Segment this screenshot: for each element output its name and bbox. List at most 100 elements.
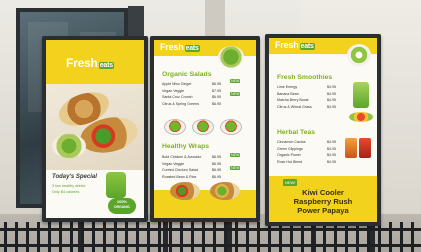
menu-item-name: Roasted Bean & Rice: [162, 174, 197, 179]
menu-item-name: Apple Miso Ginger: [162, 82, 192, 86]
tea-glass-image: [359, 138, 371, 158]
fence-bar: [235, 222, 238, 252]
fence-bar: [202, 222, 205, 252]
salad-image: [52, 134, 86, 158]
fence-bar: [169, 222, 172, 252]
menu-item-price: $4.95: [327, 153, 336, 157]
wraps-title: Healthy Wraps: [162, 143, 210, 150]
menu-item-price: $4.95: [327, 159, 336, 164]
special-title: Today's Special: [52, 174, 97, 180]
new-badge: NEW: [230, 92, 241, 96]
menu-item-price: $4.95: [327, 146, 336, 151]
menu-item-price: $7.95: [212, 88, 221, 93]
menu-item-price: $6.95: [212, 174, 221, 179]
promo-line: Raspberry Rush: [293, 197, 353, 206]
fence-bar: [37, 222, 40, 252]
salad-bowl-icon: [220, 119, 242, 135]
fence-bar: [48, 222, 51, 252]
menu-item-name: Vegan Veggie: [162, 88, 185, 93]
wrap-image: [170, 182, 200, 200]
menu-item-price: $6.95: [212, 168, 221, 172]
menu-item-price: $6.95: [212, 101, 221, 106]
sign-footer: [154, 190, 256, 218]
salad-bowl-icon: [192, 119, 214, 135]
new-badge: NEW: [230, 153, 241, 157]
menu-item-name: Banana Bean: [277, 91, 299, 96]
menu-item-price: $4.95: [327, 85, 336, 89]
menu-item-price: $6.95: [212, 155, 221, 159]
menu-item-name: Rose Hut Blend: [277, 159, 303, 164]
tea-glass-image: [345, 138, 357, 158]
smoothie-glass-image: [353, 82, 369, 108]
smoothie-image: [106, 172, 126, 198]
storefront-scene: Fresh eats Today's Special 3 low healthy …: [0, 0, 421, 252]
brand-logo: Fresh eats: [66, 56, 114, 70]
fence-bar: [268, 222, 271, 252]
special-line-1: 3 low healthy drinks: [52, 184, 86, 188]
fence-bar: [147, 222, 150, 252]
menu-item-name: Citrus & Wheat Grass: [277, 104, 312, 109]
logo-text: Fresh: [66, 56, 98, 70]
menu-item-name: Santa Cruz Crunch: [162, 95, 193, 99]
menu-item-price: $6.95: [212, 161, 221, 166]
fence-bar: [114, 222, 117, 252]
fence-bar: [59, 222, 62, 252]
smoothie-image: [347, 44, 371, 66]
fence-bar: [136, 222, 139, 252]
logo-text: Fresh: [275, 40, 299, 50]
fence-bar: [334, 222, 337, 252]
new-badge: NEW: [230, 79, 241, 83]
menu-sign-right: Fresh eats Fresh Smoothies Lime Energy $4.…: [265, 34, 381, 226]
fence-bar: [180, 222, 183, 252]
food-photo-tacos: [46, 84, 144, 170]
menu-item-name: Lime Energy: [277, 85, 298, 89]
fence-bar: [92, 222, 95, 252]
logo-suffix: eats: [299, 43, 315, 50]
badge-line-1: 100%: [116, 199, 128, 204]
menu-item-name: Cinnamon Cactus: [277, 140, 306, 144]
brand-logo: Fresh eats: [275, 40, 315, 50]
menu-item-price: $4.95: [327, 140, 336, 144]
fence-bar: [4, 222, 7, 252]
menu-item-price: $6.95: [212, 95, 221, 99]
fence-bar: [356, 222, 359, 252]
menu-item-name: Vegan Veggie: [162, 161, 185, 166]
fence-bar: [191, 222, 194, 252]
menu-item-name: Matcha Berry Boost: [277, 98, 309, 102]
sign-screen-right: Fresh eats Fresh Smoothies Lime Energy $4.…: [269, 38, 377, 222]
fence-bar: [345, 222, 348, 252]
logo-suffix: eats: [184, 45, 200, 52]
fence-bar: [279, 222, 282, 252]
fence-bar: [378, 222, 381, 252]
fence-bar: [257, 222, 260, 252]
brand-logo: Fresh eats: [160, 42, 200, 52]
fence-bar: [70, 222, 73, 252]
fence-bar: [213, 222, 216, 252]
fence-bar: [323, 222, 326, 252]
fence-bar: [411, 222, 414, 252]
fence-bar: [81, 222, 84, 252]
menu-sign-middle: Fresh eats Organic Salads Apple Miso Ging…: [150, 36, 260, 222]
fruit-image: [349, 112, 373, 122]
menu-sign-left: Fresh eats Today's Special 3 low healthy …: [42, 36, 148, 222]
fence-bar: [389, 222, 392, 252]
fence-bar: [224, 222, 227, 252]
fence-bar: [15, 222, 18, 252]
menu-item-name: Citrus & Spring Greens: [162, 101, 199, 106]
salad-bowl-image: [218, 46, 244, 68]
fence-bar: [158, 222, 161, 252]
fence-bar: [301, 222, 304, 252]
fence-bar: [103, 222, 106, 252]
fence-bar: [400, 222, 403, 252]
fence-bar: [312, 222, 315, 252]
iron-fence: [0, 222, 421, 252]
promo-line: Kiwi Cooler: [302, 188, 344, 197]
fence-bar: [246, 222, 249, 252]
menu-item-price: $4.95: [327, 104, 336, 109]
wrap-image: [210, 182, 240, 200]
new-badge: NEW: [230, 166, 241, 170]
promo-line: Power Papaya: [297, 206, 349, 215]
teas-title: Herbal Teas: [277, 129, 316, 136]
menu-item-price: $6.95: [212, 82, 221, 86]
special-line-2: Only $4 calories: [52, 190, 80, 194]
